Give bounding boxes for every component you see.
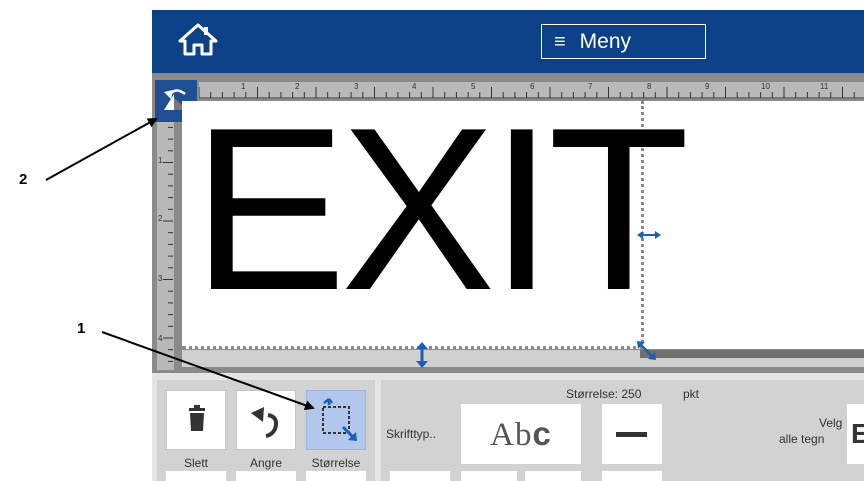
decrease-size-button[interactable] (602, 404, 662, 464)
vertical-ruler: 1 2 3 4 (157, 104, 174, 370)
diagonal-resize-handle-icon[interactable] (634, 338, 660, 364)
top-bar (152, 10, 864, 73)
resize-button[interactable] (306, 390, 366, 450)
ruler-mark: 10 (761, 82, 770, 91)
ruler-mark: 4 (158, 334, 163, 343)
horizontal-resize-handle-icon[interactable] (635, 225, 663, 245)
home-icon (178, 23, 218, 56)
tool-button-row2[interactable] (306, 471, 366, 481)
resize-icon (322, 398, 357, 441)
delete-button[interactable] (166, 390, 226, 450)
tool-button-row2[interactable] (525, 471, 581, 481)
minus-icon (616, 432, 647, 437)
select-all-glyph: E (851, 418, 864, 449)
tool-button-row2[interactable] (236, 471, 296, 481)
select-all-line2: alle tegn (779, 432, 825, 446)
label-edge-shadow (640, 350, 864, 358)
callout-number-2: 2 (19, 171, 28, 188)
menu-button[interactable]: ≡ Meny (541, 24, 706, 59)
font-size-unit: pkt (683, 387, 700, 401)
delete-label: Slett (183, 456, 208, 470)
ruler-mark: 11 (820, 82, 829, 91)
font-sample-text: Ab (490, 417, 533, 453)
tool-button-row2[interactable] (390, 471, 450, 481)
font-type-button[interactable]: Abc (461, 404, 581, 464)
select-all-characters-button[interactable]: E (847, 404, 864, 464)
resize-label: Størrelse (311, 456, 361, 470)
trash-icon (189, 405, 205, 431)
select-all-line1: Velg (819, 416, 843, 430)
ruler-ticks (163, 104, 173, 362)
ruler-mark: 3 (158, 274, 163, 283)
label-text[interactable]: EXIT (192, 94, 690, 326)
menu-label: Meny (579, 29, 632, 53)
hamburger-icon: ≡ (554, 30, 566, 53)
ruler-mark: 1 (158, 156, 163, 165)
tool-button-row2[interactable] (461, 471, 517, 481)
vertical-resize-handle-icon[interactable] (412, 340, 432, 370)
undo-label: Angre (249, 456, 283, 470)
font-sample-text-bold: c (532, 415, 552, 452)
home-button[interactable] (176, 20, 220, 60)
undo-button[interactable] (236, 390, 296, 450)
font-type-label: Skrifttyp.. (386, 427, 437, 441)
font-size-value: Størrelse: 250 (566, 387, 642, 401)
tool-button-row2[interactable] (602, 471, 662, 481)
callout-arrow-2 (45, 118, 158, 181)
ruler-mark: 2 (158, 214, 163, 223)
callout-number-1: 1 (77, 320, 86, 337)
tool-button-row2[interactable] (166, 471, 226, 481)
undo-icon (251, 407, 279, 438)
ruler-mark: 9 (705, 82, 710, 91)
